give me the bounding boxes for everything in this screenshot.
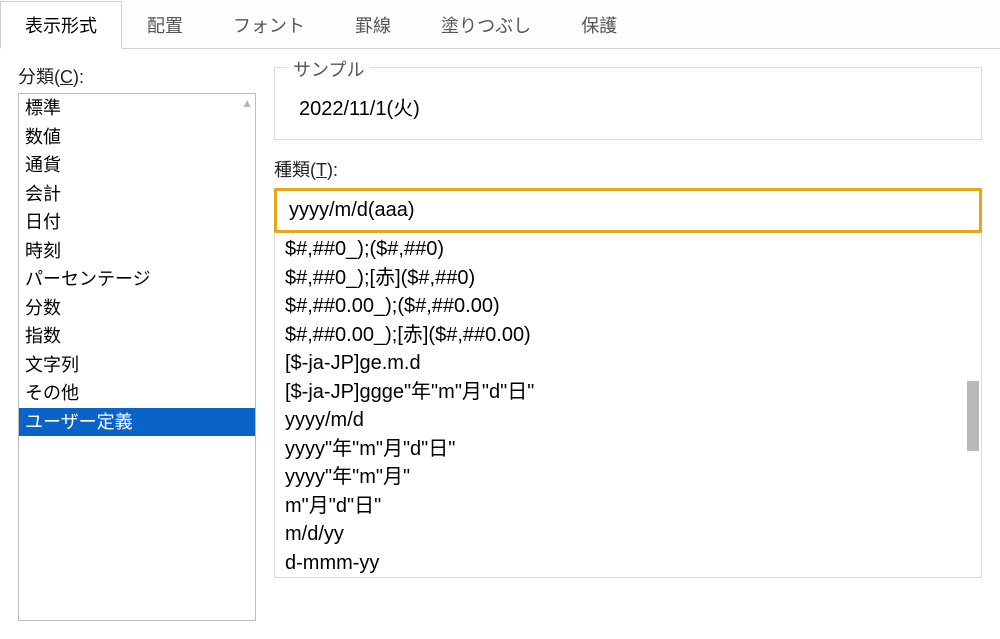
category-item-text[interactable]: 文字列 (19, 351, 255, 380)
type-list-item[interactable]: m"月"d"日" (285, 492, 971, 521)
type-label-suffix: ): (327, 160, 338, 180)
type-list-item[interactable]: m/d/yy (285, 520, 971, 549)
scroll-up-icon[interactable]: ▲ (241, 96, 253, 110)
tab-font[interactable]: フォント (208, 1, 330, 49)
type-input[interactable] (274, 188, 982, 233)
sample-value: 2022/11/1(火) (291, 82, 965, 121)
type-label: 種類(T): (274, 156, 982, 182)
category-label-suffix: ): (73, 67, 84, 87)
sample-legend: サンプル (287, 56, 370, 82)
tab-protection[interactable]: 保護 (556, 1, 642, 49)
type-list-item[interactable]: $#,##0_);[赤]($#,##0) (285, 264, 971, 293)
tab-alignment[interactable]: 配置 (122, 1, 208, 49)
type-list-item[interactable]: yyyy/m/d (285, 406, 971, 435)
type-list-item[interactable]: yyyy"年"m"月"d"日" (285, 435, 971, 464)
type-list-item[interactable]: d-mmm-yy (285, 549, 971, 578)
category-item-scientific[interactable]: 指数 (19, 322, 255, 351)
category-item-fraction[interactable]: 分数 (19, 294, 255, 323)
category-item-time[interactable]: 時刻 (19, 237, 255, 266)
category-item-currency[interactable]: 通貨 (19, 151, 255, 180)
type-label-prefix: 種類( (274, 160, 316, 180)
tab-number-format[interactable]: 表示形式 (0, 1, 122, 49)
category-label: 分類(C): (18, 63, 256, 89)
category-item-percentage[interactable]: パーセンテージ (19, 265, 255, 294)
scrollbar-thumb[interactable] (967, 381, 979, 451)
category-item-accounting[interactable]: 会計 (19, 180, 255, 209)
category-item-special[interactable]: その他 (19, 379, 255, 408)
tab-border[interactable]: 罫線 (330, 1, 416, 49)
type-list-item[interactable]: $#,##0_);($#,##0) (285, 235, 971, 264)
category-item-standard[interactable]: 標準 (19, 94, 255, 123)
type-listbox[interactable]: $#,##0_);($#,##0) $#,##0_);[赤]($#,##0) $… (274, 233, 982, 578)
category-item-date[interactable]: 日付 (19, 208, 255, 237)
category-item-number[interactable]: 数値 (19, 123, 255, 152)
type-list-item[interactable]: $#,##0.00_);($#,##0.00) (285, 292, 971, 321)
category-listbox[interactable]: ▲ 標準 数値 通貨 会計 日付 時刻 パーセンテージ 分数 指数 文字列 その… (18, 93, 256, 621)
type-list-item[interactable]: yyyy"年"m"月" (285, 463, 971, 492)
type-list-item[interactable]: $#,##0.00_);[赤]($#,##0.00) (285, 321, 971, 350)
category-item-custom[interactable]: ユーザー定義 (19, 408, 255, 437)
type-list-item[interactable]: [$-ja-JP]ge.m.d (285, 349, 971, 378)
sample-group: サンプル 2022/11/1(火) (274, 67, 982, 140)
tab-fill[interactable]: 塗りつぶし (416, 1, 556, 49)
tab-bar: 表示形式 配置 フォント 罫線 塗りつぶし 保護 (0, 0, 1000, 49)
category-label-key: C (60, 67, 73, 87)
type-list-scrollbar[interactable] (963, 233, 979, 577)
type-list-item[interactable]: [$-ja-JP]ggge"年"m"月"d"日" (285, 378, 971, 407)
type-label-key: T (316, 160, 327, 180)
category-label-prefix: 分類( (18, 67, 60, 87)
